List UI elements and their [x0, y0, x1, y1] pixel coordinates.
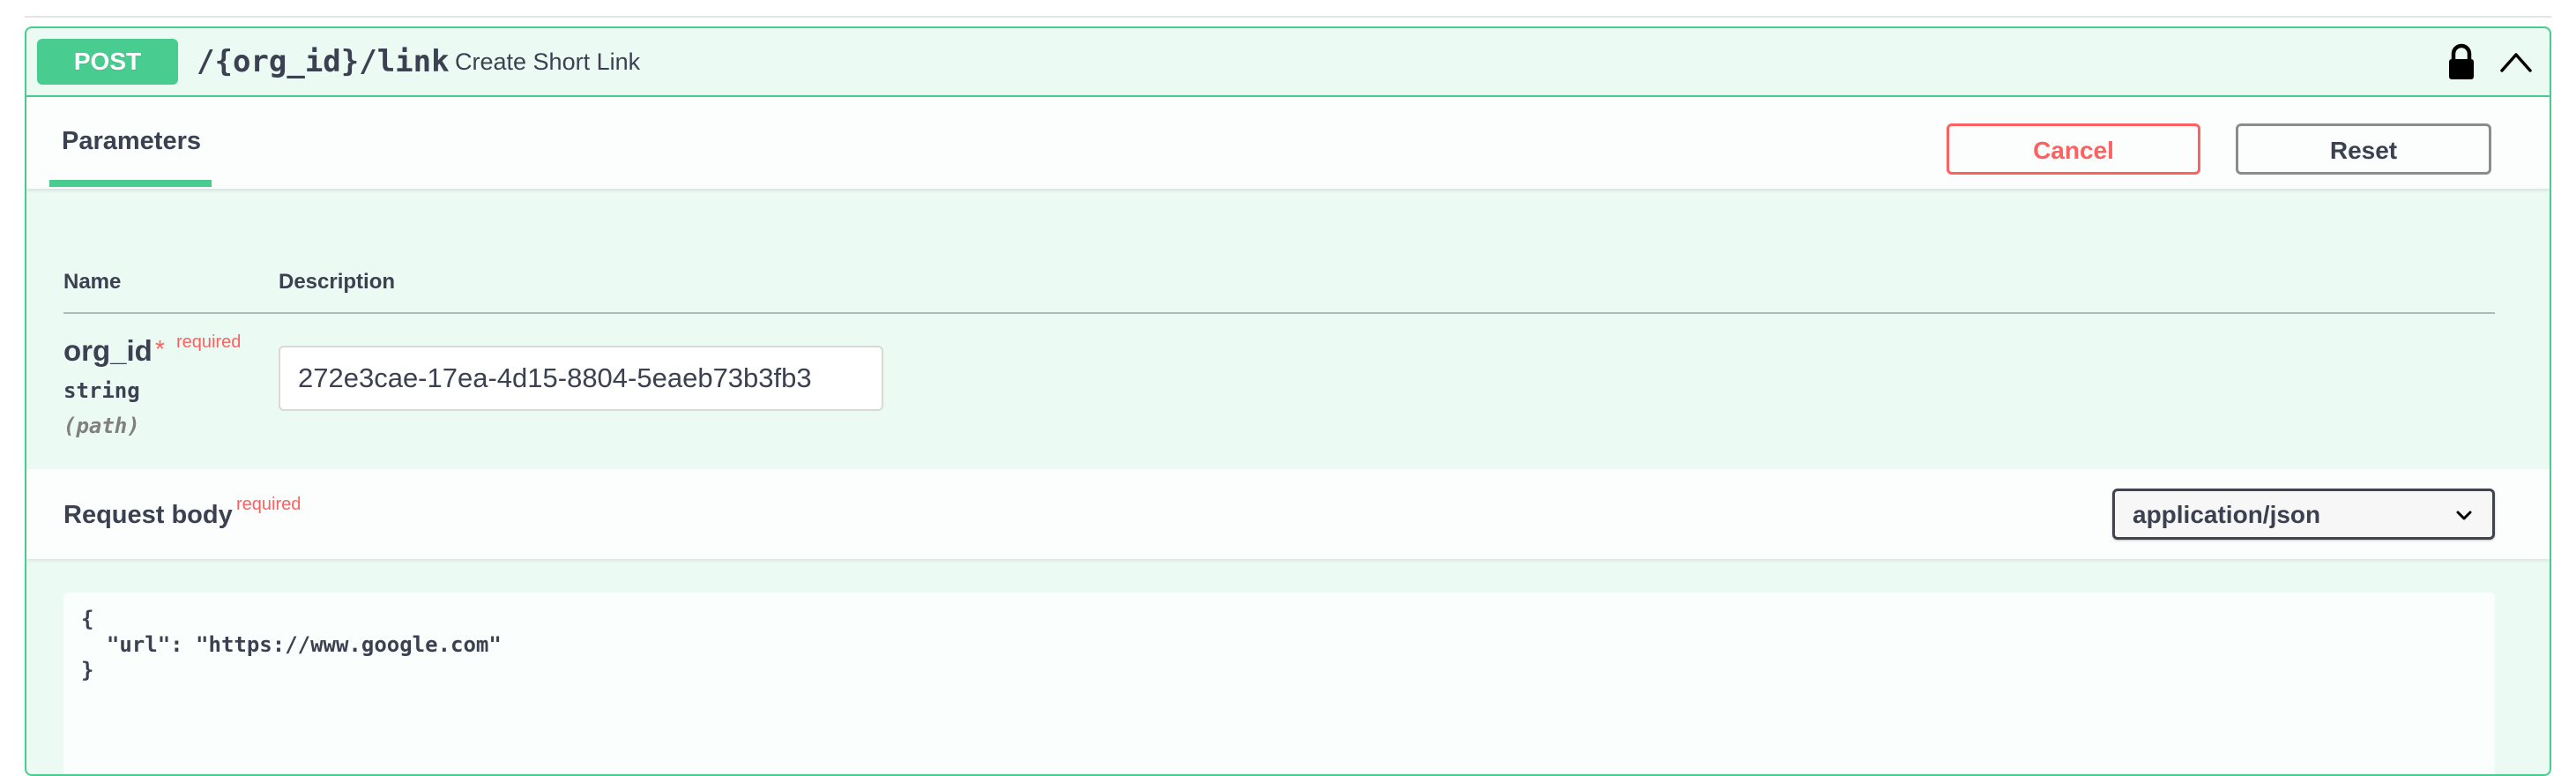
section-divider	[25, 16, 2551, 18]
operation-block-post: POST /{org_id}/link Create Short Link Pa…	[25, 26, 2551, 776]
required-label: required	[176, 332, 242, 352]
org-id-input[interactable]	[279, 346, 883, 411]
parameters-table: Name Description org_id * required strin…	[26, 189, 2550, 469]
tab-parameters-label: Parameters	[62, 127, 201, 155]
operation-description: Create Short Link	[455, 48, 641, 75]
content-type-value: application/json	[2133, 501, 2321, 528]
column-header-name: Name	[63, 270, 122, 294]
parameter-name: org_id	[63, 334, 153, 367]
operation-path: /{org_id}/link	[197, 44, 450, 79]
chevron-up-icon[interactable]	[2498, 46, 2534, 78]
table-divider	[63, 312, 2495, 314]
parameter-location: (path)	[63, 414, 140, 438]
reset-button[interactable]: Reset	[2236, 123, 2491, 175]
cancel-button[interactable]: Cancel	[1947, 123, 2200, 175]
operation-summary[interactable]: POST /{org_id}/link Create Short Link	[26, 28, 2550, 97]
request-body-required-label: required	[236, 495, 302, 514]
request-body-editor[interactable]: { "url": "https://www.google.com" }	[63, 593, 2495, 774]
column-header-description: Description	[279, 270, 396, 294]
request-body-header: Request body required application/json	[26, 469, 2550, 559]
parameter-type: string	[63, 378, 140, 403]
content-type-select[interactable]: application/json	[2112, 489, 2495, 540]
tab-active-indicator	[49, 180, 212, 187]
method-badge: POST	[37, 39, 178, 85]
required-asterisk: *	[155, 335, 165, 362]
parameters-header: Parameters Cancel Reset	[26, 97, 2550, 189]
request-body-area: { "url": "https://www.google.com" }	[26, 559, 2550, 774]
request-body-title: Request body	[63, 501, 233, 529]
lock-icon[interactable]	[2444, 42, 2479, 81]
tab-parameters[interactable]: Parameters	[49, 97, 212, 189]
chevron-down-icon	[2456, 511, 2472, 520]
